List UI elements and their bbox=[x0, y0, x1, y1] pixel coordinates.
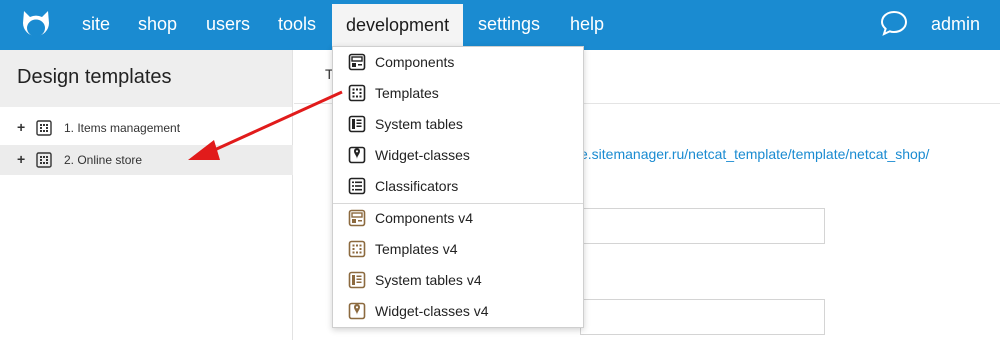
chat-bubble-icon[interactable] bbox=[880, 9, 908, 37]
template-icon bbox=[348, 84, 366, 102]
netcat-logo-icon[interactable] bbox=[18, 7, 54, 43]
template-icon bbox=[36, 120, 52, 136]
nav-site[interactable]: site bbox=[82, 0, 110, 50]
menu-item-label: Classificators bbox=[375, 178, 459, 194]
menu-item-label: System tables v4 bbox=[375, 272, 482, 288]
menu-item-components[interactable]: Components bbox=[333, 47, 583, 78]
development-dropdown-menu: Components Templates System tables Widge… bbox=[332, 46, 584, 328]
top-navigation-bar: site shop users tools development settin… bbox=[0, 0, 1000, 50]
widget-class-icon bbox=[348, 146, 366, 164]
tree-item-online-store[interactable]: + 2. Online store bbox=[0, 145, 293, 175]
sidebar-title: Design templates bbox=[0, 50, 292, 107]
component-icon bbox=[348, 209, 366, 227]
nav-settings[interactable]: settings bbox=[478, 0, 540, 50]
component-icon bbox=[348, 53, 366, 71]
tree-item-items-management[interactable]: + 1. Items management bbox=[0, 113, 293, 143]
menu-item-label: Templates bbox=[375, 85, 439, 101]
text-field[interactable] bbox=[580, 299, 825, 335]
sidebar: Design templates + 1. Items management +… bbox=[0, 50, 293, 340]
nav-help[interactable]: help bbox=[570, 0, 604, 50]
menu-item-components-v4[interactable]: Components v4 bbox=[333, 203, 583, 234]
template-icon bbox=[36, 152, 52, 168]
menu-item-label: Widget-classes v4 bbox=[375, 303, 489, 319]
expand-plus-icon[interactable]: + bbox=[17, 152, 25, 166]
system-table-icon bbox=[348, 271, 366, 289]
user-menu-admin[interactable]: admin bbox=[931, 0, 980, 50]
menu-item-widget-classes-v4[interactable]: Widget-classes v4 bbox=[333, 296, 583, 327]
menu-item-label: Templates v4 bbox=[375, 241, 458, 257]
menu-item-templates[interactable]: Templates bbox=[333, 78, 583, 109]
system-table-icon bbox=[348, 115, 366, 133]
menu-item-label: System tables bbox=[375, 116, 463, 132]
nav-shop[interactable]: shop bbox=[138, 0, 177, 50]
menu-item-system-tables-v4[interactable]: System tables v4 bbox=[333, 265, 583, 296]
menu-item-templates-v4[interactable]: Templates v4 bbox=[333, 234, 583, 265]
tree-item-label: 1. Items management bbox=[64, 121, 181, 135]
widget-class-icon bbox=[348, 302, 366, 320]
menu-item-label: Widget-classes bbox=[375, 147, 470, 163]
menu-item-widget-classes[interactable]: Widget-classes bbox=[333, 140, 583, 171]
menu-item-classificators[interactable]: Classificators bbox=[333, 171, 583, 202]
template-icon bbox=[348, 240, 366, 258]
menu-item-system-tables[interactable]: System tables bbox=[333, 109, 583, 140]
menu-item-label: Components bbox=[375, 54, 455, 70]
expand-plus-icon[interactable]: + bbox=[17, 120, 25, 134]
text-field[interactable] bbox=[580, 208, 825, 244]
template-path-link[interactable]: e.sitemanager.ru/netcat_template/templat… bbox=[580, 146, 929, 162]
nav-tools[interactable]: tools bbox=[278, 0, 316, 50]
nav-development[interactable]: development bbox=[332, 4, 464, 50]
menu-item-label: Components v4 bbox=[375, 210, 474, 226]
classificator-icon bbox=[348, 177, 366, 195]
tree-item-label: 2. Online store bbox=[64, 153, 143, 167]
nav-users[interactable]: users bbox=[206, 0, 250, 50]
